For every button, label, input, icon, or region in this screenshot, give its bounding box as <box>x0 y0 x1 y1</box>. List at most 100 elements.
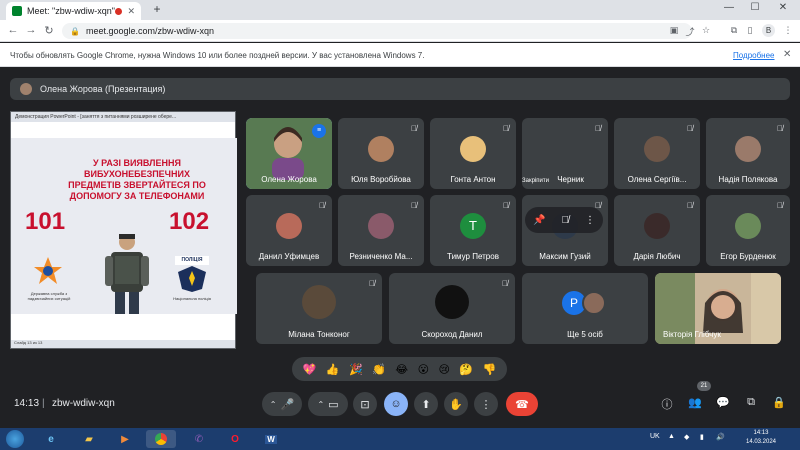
participant-avatar <box>368 212 394 239</box>
participant-tile[interactable]: 🎙̸ Закріпити Черник <box>522 118 608 189</box>
chevron-up-icon[interactable]: ⌃ <box>270 400 277 409</box>
browser-toolbar: ← → ↻ 🔒 meet.google.com/zbw-wdiw-xqn ▣ ⤴… <box>0 20 800 42</box>
network-icon[interactable]: ▮ <box>700 433 704 441</box>
reaction-surprised-icon[interactable]: 😮 <box>418 363 429 376</box>
more-options-button[interactable]: ⋮ <box>474 392 498 416</box>
participant-tile[interactable]: 🎙̸ Гонта Антон <box>430 118 516 189</box>
participant-name: Олена Сергіїв... <box>627 175 687 184</box>
shared-presentation[interactable]: Демонстрация PowerPoint - [заняття з пит… <box>10 111 237 349</box>
tray-app-icon[interactable]: ◆ <box>684 433 689 441</box>
slide-status-bar: Слайд 13 из 13 <box>11 340 235 348</box>
viber-taskbar-icon[interactable]: ✆ <box>184 430 214 448</box>
infobar-learn-more-link[interactable]: Подробнее <box>733 51 775 60</box>
participant-avatar <box>735 212 761 239</box>
participant-tile[interactable]: 🎙̸ Дарія Любич <box>614 195 700 266</box>
word-taskbar-icon[interactable]: W <box>256 430 286 448</box>
close-infobar-icon[interactable]: ✕ <box>783 49 791 60</box>
more-options-icon[interactable]: ⋮ <box>585 215 595 226</box>
hang-up-icon: ☎ <box>515 398 529 411</box>
input-language[interactable]: UK <box>650 433 660 440</box>
emergency-number-left: 101 <box>25 208 66 235</box>
present-icon: ⬆ <box>421 398 431 411</box>
reaction-thinking-icon[interactable]: 🤔 <box>459 363 473 376</box>
ie-taskbar-icon[interactable]: e <box>36 430 66 448</box>
presentation-banner[interactable]: Олена Жорова (Презентация) <box>10 78 790 100</box>
participant-tile[interactable]: 🎙̸ Т Тимур Петров <box>430 195 516 266</box>
leave-call-button[interactable]: ☎ <box>506 392 538 416</box>
minimize-window-button[interactable]: — <box>722 2 736 13</box>
participant-tile[interactable]: 🎙̸ Егор Бурденюк <box>706 195 790 266</box>
opera-taskbar-icon[interactable]: O <box>220 430 250 448</box>
chrome-taskbar-icon[interactable] <box>146 430 176 448</box>
participant-name: Гонта Антон <box>450 175 496 184</box>
mic-toggle-button[interactable]: ⌃ 🎤 <box>262 392 302 416</box>
browser-tab[interactable]: Meet: "zbw-wdiw-xqn" ✕ <box>6 2 141 20</box>
bookmark-star-icon[interactable]: ☆ <box>700 25 712 36</box>
volume-icon[interactable]: 🔊 <box>716 433 725 441</box>
participant-tile[interactable]: 🎙̸ Олена Сергіїв... <box>614 118 700 189</box>
pin-icon[interactable]: 📌 <box>533 215 545 226</box>
system-time: 14:13 <box>753 430 769 436</box>
browser-menu-icon[interactable]: ⋮ <box>782 25 794 36</box>
participant-tile[interactable]: 🎙̸ Скороход Данил <box>389 273 515 344</box>
chat-icon[interactable]: 💬 <box>715 396 731 409</box>
maximize-window-button[interactable]: ☐ <box>748 2 762 13</box>
camera-toggle-button[interactable]: ⌃ ▭ <box>308 392 348 416</box>
present-screen-button[interactable]: ⬆ <box>414 392 438 416</box>
tray-arrow-icon[interactable]: ▲ <box>668 433 675 440</box>
system-clock[interactable]: 14:13 14.03.2024 <box>738 429 784 447</box>
start-button[interactable] <box>6 430 24 448</box>
mute-participant-icon[interactable]: 🎙̸ <box>561 215 569 226</box>
reaction-party-icon[interactable]: 🎉 <box>349 363 363 376</box>
emergency-service-emblem-icon <box>34 257 62 284</box>
activities-icon[interactable]: ⧉ <box>743 396 759 409</box>
close-window-button[interactable]: ✕ <box>776 2 790 13</box>
emoji-reactions-button[interactable]: ☺ <box>384 392 408 416</box>
reaction-heart-icon[interactable]: 💖 <box>303 363 317 376</box>
participant-tile[interactable]: 🎙̸ Данил Уфимцев <box>246 195 332 266</box>
new-tab-button[interactable]: + <box>150 3 164 17</box>
participant-tile[interactable]: 🎙̸ Юля Воробйова <box>338 118 424 189</box>
participant-tile[interactable]: 🎙̸ Надія Полякова <box>706 118 790 189</box>
meeting-info-icon[interactable]: ⓘ <box>659 396 675 412</box>
close-tab-icon[interactable]: ✕ <box>127 6 135 17</box>
side-panel-icon[interactable]: ▯ <box>744 25 756 36</box>
participant-tile[interactable]: 🎙̸ Мілана Тонконог <box>256 273 382 344</box>
mic-off-icon: 🎙̸ <box>411 201 417 210</box>
reaction-thumbs-down-icon[interactable]: 👎 <box>483 363 497 376</box>
reaction-laugh-icon[interactable]: 😂 <box>395 363 408 376</box>
chevron-up-icon[interactable]: ⌃ <box>317 400 324 409</box>
reactions-bar: 💖 👍 🎉 👏 😂 😮 😢 🤔 👎 <box>292 357 507 381</box>
hand-icon: ✋ <box>449 398 463 411</box>
meeting-code: zbw-wdiw-xqn <box>52 398 115 409</box>
infobar-message: Чтобы обновлять Google Chrome, нужна Win… <box>10 51 425 60</box>
media-player-taskbar-icon[interactable]: ▶ <box>110 430 140 448</box>
extensions-icon[interactable]: ⧉ <box>728 25 740 36</box>
more-participants-label: Ще 5 осіб <box>567 330 603 339</box>
more-participants-tile[interactable]: Р Ще 5 осіб <box>522 273 648 344</box>
raise-hand-button[interactable]: ✋ <box>444 392 468 416</box>
forward-button[interactable]: → <box>24 24 38 36</box>
captions-button[interactable]: ⊡ <box>353 392 377 416</box>
meeting-clock: 14:13 <box>14 398 40 409</box>
participant-tile[interactable]: ≡ Олена Жорова <box>246 118 332 189</box>
share-icon[interactable]: ⤴ <box>684 25 696 38</box>
participant-tile[interactable]: 🎙̸ Резниченко Ма... <box>338 195 424 266</box>
reaction-clap-icon[interactable]: 👏 <box>372 363 386 376</box>
people-icon[interactable]: 👥 <box>687 396 703 409</box>
profile-avatar[interactable]: B <box>762 24 775 37</box>
explorer-taskbar-icon[interactable]: ▰ <box>74 430 104 448</box>
reaction-sad-icon[interactable]: 😢 <box>438 363 449 376</box>
host-controls-icon[interactable]: 🔒 <box>771 396 787 409</box>
url-text: meet.google.com/zbw-wdiw-xqn <box>85 26 215 36</box>
mic-off-icon: 🎙̸ <box>687 201 693 210</box>
update-infobar: Чтобы обновлять Google Chrome, нужна Win… <box>0 43 800 67</box>
camera-in-use-icon[interactable]: ▣ <box>668 25 680 36</box>
address-bar[interactable]: 🔒 meet.google.com/zbw-wdiw-xqn <box>62 23 692 39</box>
reaction-thumbs-up-icon[interactable]: 👍 <box>326 363 340 376</box>
back-button[interactable]: ← <box>6 24 20 36</box>
participant-name: Максим Гузий <box>539 252 591 261</box>
participant-avatar <box>276 212 302 239</box>
reload-button[interactable]: ↻ <box>42 24 56 37</box>
participant-tile[interactable]: Вікторія Глібчук <box>655 273 781 344</box>
